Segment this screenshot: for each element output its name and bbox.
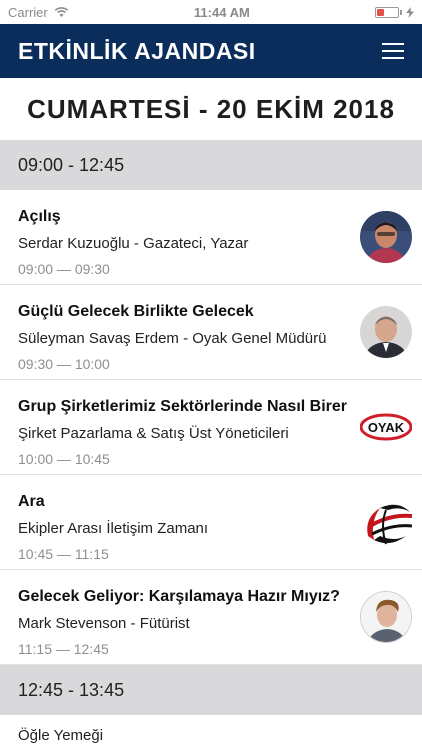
- page-title: CUMARTESİ - 20 EKİM 2018: [27, 93, 395, 124]
- session-time: 09:00 — 09:30: [18, 261, 110, 277]
- speaker-photo: [360, 306, 412, 358]
- battery-icon: [375, 6, 399, 18]
- oyak-logo: OYAK: [360, 401, 412, 453]
- speaker-photo: [360, 211, 412, 263]
- session-row[interactable]: Gelecek Geliyor: Karşılamaya Hazır Mıyız…: [0, 570, 422, 665]
- hamburger-menu-icon[interactable]: [382, 43, 404, 59]
- session-speaker: Süleyman Savaş Erdem - Oyak Genel Müdürü: [18, 330, 327, 347]
- session-row[interactable]: Güçlü Gelecek Birlikte Gelecek Süleyman …: [0, 285, 422, 380]
- session-time: 11:15 — 12:45: [18, 641, 109, 657]
- wifi-icon: [54, 6, 68, 17]
- carrier-label: Carrier: [8, 4, 48, 20]
- globe-logo: [360, 496, 412, 548]
- session-speaker: Serdar Kuzuoğlu - Gazateci, Yazar: [18, 235, 249, 252]
- time-block-header: 12:45 - 13:45: [0, 665, 422, 715]
- session-title: Açılış: [18, 208, 61, 225]
- session-title: Güçlü Gelecek Birlikte Gelecek: [18, 303, 254, 320]
- session-time: 09:30 — 10:00: [18, 356, 110, 372]
- session-speaker: Şirket Pazarlama & Satış Üst Yöneticiler…: [18, 425, 289, 442]
- session-row[interactable]: Ara Ekipler Arası İletişim Zamanı 10:45 …: [0, 475, 422, 570]
- session-title: Grup Şirketlerimiz Sektörlerinde Nasıl B…: [18, 398, 352, 415]
- charging-bolt-icon: [406, 6, 414, 18]
- session-speaker: Ekipler Arası İletişim Zamanı: [18, 520, 209, 537]
- speaker-photo: [360, 591, 412, 643]
- session-speaker: Mark Stevenson - Fütürist: [18, 615, 190, 632]
- clock: 11:44 AM: [193, 4, 250, 20]
- session-time: 10:45 — 11:15: [18, 546, 109, 562]
- svg-text:OYAK: OYAK: [368, 420, 405, 435]
- status-bar: Carrier 11:44 AM: [0, 0, 422, 24]
- session-row[interactable]: Açılış Serdar Kuzuoğlu - Gazateci, Yazar…: [0, 190, 422, 285]
- time-block-header: 09:00 - 12:45: [0, 140, 422, 190]
- session-time: 10:00 — 10:45: [18, 451, 110, 467]
- nav-title: ETKİNLİK AJANDASI: [18, 37, 256, 64]
- session-title: Gelecek Geliyor: Karşılamaya Hazır Mıyız…: [18, 588, 340, 605]
- nav-bar: ETKİNLİK AJANDASI: [0, 24, 422, 78]
- session-title: Ara: [18, 493, 45, 510]
- session-row[interactable]: Grup Şirketlerimiz Sektörlerinde Nasıl B…: [0, 380, 422, 475]
